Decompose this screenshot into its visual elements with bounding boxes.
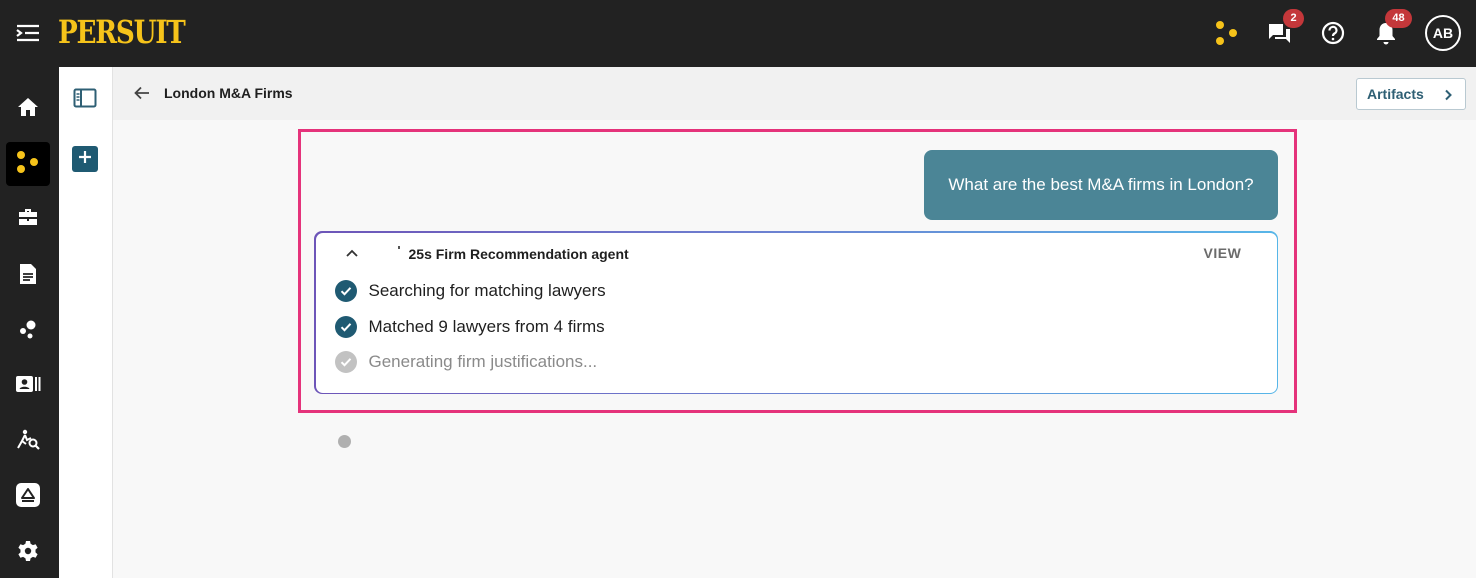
agent-step: Matched 9 lawyers from 4 firms bbox=[334, 315, 605, 338]
nav-matters[interactable] bbox=[6, 197, 50, 241]
help-icon[interactable] bbox=[1320, 20, 1346, 46]
toggle-sidebar-button[interactable] bbox=[72, 87, 98, 113]
nav-network[interactable] bbox=[6, 309, 50, 353]
top-bar: PERSUIT 2 48 AB bbox=[0, 0, 1476, 67]
spinner-icon bbox=[397, 245, 400, 249]
document-icon bbox=[18, 263, 38, 290]
persuit-dots-icon[interactable] bbox=[1214, 20, 1240, 46]
nav-documents[interactable] bbox=[6, 254, 50, 298]
chevron-right-icon bbox=[1445, 89, 1452, 101]
sidebar-panel-icon bbox=[73, 88, 97, 113]
settings-icon bbox=[17, 540, 39, 567]
search-analysis-icon bbox=[16, 427, 40, 456]
upload-icon bbox=[15, 482, 41, 513]
back-arrow-icon[interactable] bbox=[133, 84, 151, 107]
user-avatar[interactable]: AB bbox=[1425, 15, 1461, 51]
add-icon bbox=[78, 150, 92, 169]
persuit-dots-icon bbox=[16, 150, 40, 179]
contacts-icon bbox=[15, 374, 41, 399]
agent-step: Searching for matching lawyers bbox=[334, 279, 606, 302]
artifacts-label: Artifacts bbox=[1367, 86, 1424, 102]
page-title: London M&A Firms bbox=[164, 85, 293, 101]
home-icon bbox=[17, 96, 39, 123]
nav-contacts[interactable] bbox=[6, 364, 50, 408]
page-header: London M&A Firms Artifacts bbox=[113, 67, 1476, 120]
step-label: Generating firm justifications... bbox=[368, 351, 598, 371]
check-circle-icon bbox=[334, 279, 357, 302]
main-nav-rail bbox=[0, 67, 59, 578]
check-circle-icon bbox=[334, 350, 357, 373]
agent-title: 25s Firm Recommendation agent bbox=[408, 245, 629, 262]
typing-indicator bbox=[338, 435, 351, 448]
new-conversation-button[interactable] bbox=[72, 146, 98, 172]
app-logo[interactable]: PERSUIT bbox=[58, 13, 186, 51]
chat-badge: 2 bbox=[1283, 9, 1304, 28]
conversation-side-panel bbox=[59, 67, 113, 578]
user-message-bubble: What are the best M&A firms in London? bbox=[924, 150, 1278, 220]
step-label: Matched 9 lawyers from 4 firms bbox=[368, 316, 605, 336]
artifacts-button[interactable]: Artifacts bbox=[1356, 78, 1466, 110]
view-button[interactable]: VIEW bbox=[1204, 245, 1242, 261]
menu-toggle-icon[interactable] bbox=[16, 22, 40, 44]
nav-agents[interactable] bbox=[6, 142, 50, 186]
chevron-up-icon[interactable] bbox=[345, 246, 359, 265]
nav-home[interactable] bbox=[6, 87, 50, 131]
agent-progress-card: 25s Firm Recommendation agent VIEW Searc… bbox=[314, 231, 1278, 394]
check-circle-icon bbox=[334, 315, 357, 338]
user-message-text: What are the best M&A firms in London? bbox=[948, 175, 1254, 194]
step-label: Searching for matching lawyers bbox=[368, 280, 606, 300]
nav-analysis[interactable] bbox=[6, 419, 50, 463]
cluster-icon bbox=[17, 318, 39, 345]
agent-step-pending: Generating firm justifications... bbox=[334, 350, 598, 373]
notification-badge: 48 bbox=[1385, 9, 1412, 28]
nav-upload[interactable] bbox=[6, 475, 50, 519]
briefcase-icon bbox=[17, 206, 39, 233]
nav-settings[interactable] bbox=[6, 531, 50, 575]
